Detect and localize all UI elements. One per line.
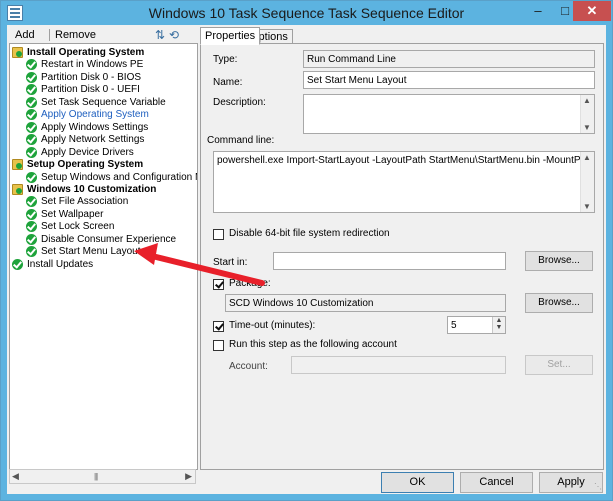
command-line-text: powershell.exe Import-StartLayout -Layou… xyxy=(217,155,595,166)
description-scrollbar[interactable]: ▲ ▼ xyxy=(580,95,594,133)
disable-64bit-checkbox[interactable] xyxy=(213,229,224,240)
success-check-icon xyxy=(26,109,37,121)
package-browse-button[interactable]: Browse... xyxy=(525,293,593,313)
spin-down-icon[interactable]: ▼ xyxy=(496,324,503,331)
success-check-icon xyxy=(26,146,37,158)
tree-item-label: Apply Windows Settings xyxy=(41,121,149,133)
folder-icon xyxy=(12,183,23,195)
add-menu-button[interactable]: Add ▾ xyxy=(15,27,35,57)
success-check-icon xyxy=(26,233,37,245)
add-label: Add xyxy=(15,29,35,41)
tree-item-label: Restart in Windows PE xyxy=(41,59,144,71)
timeout-value: 5 xyxy=(451,320,457,331)
set-account-button[interactable]: Set... xyxy=(525,355,593,375)
disable-64bit-label: Disable 64-bit file system redirection xyxy=(229,228,390,239)
description-label: Description: xyxy=(213,97,266,108)
success-check-icon xyxy=(26,121,37,133)
scroll-left-icon[interactable]: ◀ xyxy=(12,471,19,482)
scroll-thumb-grip-icon[interactable]: ||| xyxy=(94,472,98,481)
success-check-icon xyxy=(26,59,37,71)
tree-item-label: Disable Consumer Experience xyxy=(41,233,177,245)
tree-item-label: Partition Disk 0 - BIOS xyxy=(41,71,142,83)
tree-horizontal-scrollbar[interactable]: ◀ ||| ▶ xyxy=(9,469,196,484)
success-check-icon xyxy=(26,96,37,108)
success-check-icon xyxy=(26,246,37,258)
start-in-label: Start in: xyxy=(213,257,248,268)
toolbar-divider xyxy=(49,29,50,41)
tree-item-label: Set File Association xyxy=(41,196,129,208)
tree-item-label: Set Task Sequence Variable xyxy=(41,96,166,108)
tree-item-label: Install Operating System xyxy=(27,47,145,58)
tree-item-label: Set Wallpaper xyxy=(41,208,104,220)
ok-button[interactable]: OK xyxy=(381,472,454,493)
type-field: Run Command Line xyxy=(303,50,595,68)
tree-item-label: Set Start Menu Layout xyxy=(41,246,141,258)
run-as-account-checkbox[interactable] xyxy=(213,340,224,351)
success-check-icon xyxy=(12,258,23,270)
start-in-browse-button[interactable]: Browse... xyxy=(525,251,593,271)
spin-up-icon[interactable]: ▲ xyxy=(496,317,503,324)
timeout-stepper[interactable]: 5 ▲ ▼ xyxy=(447,316,506,334)
success-check-icon xyxy=(26,84,37,96)
folder-icon xyxy=(12,159,23,171)
type-label: Type: xyxy=(213,54,238,65)
timeout-spin-buttons[interactable]: ▲ ▼ xyxy=(492,317,505,333)
success-check-icon xyxy=(26,134,37,146)
window-title: Windows 10 Task Sequence Task Sequence E… xyxy=(148,5,465,21)
tree-item-label: Setup Windows and Configuration Mar xyxy=(41,171,198,183)
close-button[interactable]: ✕ xyxy=(573,1,611,21)
success-check-icon xyxy=(26,71,37,83)
timeout-label: Time-out (minutes): xyxy=(229,320,316,331)
account-field[interactable] xyxy=(291,356,506,374)
package-label: Package: xyxy=(229,278,271,289)
folder-icon xyxy=(12,47,23,58)
name-field[interactable]: Set Start Menu Layout xyxy=(303,71,595,89)
tree-item-label: Apply Network Settings xyxy=(41,134,145,146)
package-checkbox[interactable] xyxy=(213,279,224,290)
name-label: Name: xyxy=(213,77,243,88)
remove-button[interactable]: Remove xyxy=(55,27,96,43)
scroll-right-icon[interactable]: ▶ xyxy=(185,471,192,482)
success-check-icon xyxy=(26,208,37,220)
success-check-icon xyxy=(26,196,37,208)
package-field: SCD Windows 10 Customization xyxy=(225,294,506,312)
tree-item-label: Partition Disk 0 - UEFI xyxy=(41,84,140,96)
tree-item-label: Windows 10 Customization xyxy=(27,183,157,195)
minimize-button[interactable]: – xyxy=(525,1,551,21)
start-in-field[interactable] xyxy=(273,252,506,270)
tab-properties[interactable]: Properties xyxy=(200,27,261,45)
scroll-up-icon[interactable]: ▲ xyxy=(583,96,591,105)
description-field[interactable]: ▲ ▼ xyxy=(303,94,595,134)
command-line-label: Command line: xyxy=(207,135,275,146)
account-label: Account: xyxy=(229,361,268,372)
tree-item-label: Apply Operating System xyxy=(41,109,149,121)
cancel-button[interactable]: Cancel xyxy=(460,472,533,493)
success-check-icon xyxy=(26,221,37,233)
resize-grip-icon[interactable]: ⋱ xyxy=(594,482,604,492)
properties-panel: Type: Run Command Line Name: Set Start M… xyxy=(200,43,604,470)
run-as-account-label: Run this step as the following account xyxy=(229,339,397,350)
scroll-down-icon[interactable]: ▼ xyxy=(583,123,591,132)
editor-window: Windows 10 Task Sequence Task Sequence E… xyxy=(0,0,613,501)
scroll-down-icon[interactable]: ▼ xyxy=(583,202,591,211)
success-check-icon xyxy=(26,171,37,183)
title-bar[interactable]: Windows 10 Task Sequence Task Sequence E… xyxy=(1,1,612,25)
tree-item-label: Install Updates xyxy=(27,258,94,270)
tree-item-label: Setup Operating System xyxy=(27,159,144,171)
task-sequence-tree[interactable]: Install Operating System Restart in Windo… xyxy=(9,43,198,470)
timeout-checkbox[interactable] xyxy=(213,321,224,332)
tree-item-label: Apply Device Drivers xyxy=(41,146,134,158)
command-line-field[interactable]: powershell.exe Import-StartLayout -Layou… xyxy=(213,151,595,213)
command-line-scrollbar[interactable]: ▲ ▼ xyxy=(580,152,594,212)
client-area: Add ▾ Remove ⇅⟲ Install Operating System… xyxy=(7,25,606,494)
move-refresh-icons[interactable]: ⇅⟲ xyxy=(155,27,183,43)
tree-item-label: Set Lock Screen xyxy=(41,221,115,233)
scroll-up-icon[interactable]: ▲ xyxy=(583,153,591,162)
